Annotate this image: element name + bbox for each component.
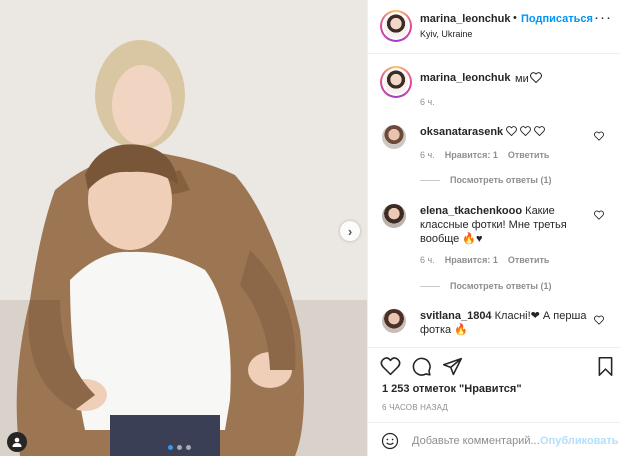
comment-time: 6 ч. bbox=[420, 150, 435, 160]
comment-body: oksanatarasenk bbox=[420, 125, 546, 139]
likes-count[interactable]: 1 253 отметок "Нравится" bbox=[382, 383, 522, 395]
comment-like-heart-icon[interactable] bbox=[594, 315, 604, 325]
publish-button[interactable]: Опубликовать bbox=[540, 435, 619, 447]
comment-reply-button[interactable]: Ответить bbox=[508, 255, 550, 265]
comment-like-heart-icon[interactable] bbox=[594, 131, 604, 141]
separator-dot: • bbox=[513, 12, 517, 24]
next-slide-button[interactable]: › bbox=[340, 221, 360, 241]
post-location[interactable]: Kyiv, Ukraine bbox=[420, 29, 472, 39]
comment-username[interactable]: oksanatarasenk bbox=[420, 126, 503, 138]
comment-likes-count[interactable]: Нравится: 1 bbox=[445, 150, 498, 160]
author-username[interactable]: marina_leonchuk bbox=[420, 13, 510, 25]
user-tag-button[interactable] bbox=[7, 432, 27, 452]
comment-username[interactable]: elena_tkachenkooo bbox=[420, 205, 522, 217]
comment-meta: 6 ч. Нравится: 1 Ответить bbox=[420, 150, 549, 160]
comment-icon[interactable] bbox=[411, 356, 432, 377]
follow-button[interactable]: Подписаться bbox=[521, 13, 593, 25]
bookmark-icon[interactable] bbox=[595, 356, 616, 377]
heart-emoji-icon bbox=[534, 126, 546, 137]
emoji-icon[interactable] bbox=[381, 432, 399, 450]
post-actions: 1 253 отметок "Нравится" 6 ЧАСОВ НАЗАД Д… bbox=[368, 347, 620, 458]
comment-avatar[interactable] bbox=[382, 204, 406, 228]
caption-text: ми bbox=[515, 72, 542, 85]
heart-emoji-icon bbox=[529, 72, 542, 84]
author-avatar[interactable] bbox=[380, 10, 412, 42]
view-replies-button[interactable]: Посмотреть ответы (1) bbox=[420, 175, 551, 185]
carousel-dot bbox=[168, 445, 173, 450]
comment-time: 6 ч. bbox=[420, 255, 435, 265]
replies-divider bbox=[420, 286, 440, 288]
post-time: 6 ЧАСОВ НАЗАД bbox=[382, 403, 449, 412]
caption-avatar[interactable] bbox=[380, 66, 412, 98]
caption-username[interactable]: marina_leonchuk bbox=[420, 72, 510, 84]
heart-emoji-icon bbox=[506, 126, 518, 137]
comment-reply-button[interactable]: Ответить bbox=[508, 150, 550, 160]
carousel-dot bbox=[186, 445, 191, 450]
post-header: marina_leonchuk • Подписаться Kyiv, Ukra… bbox=[368, 0, 620, 54]
view-replies-button[interactable]: Посмотреть ответы (1) bbox=[420, 281, 551, 291]
carousel-dot bbox=[177, 445, 182, 450]
carousel-indicator bbox=[168, 445, 191, 450]
user-tag-icon bbox=[12, 437, 22, 447]
caption-time: 6 ч. bbox=[420, 97, 435, 107]
comment-username[interactable]: svitlana_1804 bbox=[420, 310, 492, 322]
photo-image bbox=[0, 0, 367, 456]
comment-body: elena_tkachenkooo Какие классные фотки! … bbox=[420, 205, 567, 245]
instagram-post: › marina_leonchuk • Подписаться Kyiv, Uk… bbox=[0, 0, 620, 456]
replies-divider bbox=[420, 180, 440, 182]
more-options-icon[interactable]: ··· bbox=[594, 9, 612, 26]
comment-like-heart-icon[interactable] bbox=[594, 210, 604, 220]
share-icon[interactable] bbox=[442, 356, 463, 377]
comment-avatar[interactable] bbox=[382, 309, 406, 333]
comment-body: svitlana_1804 Класні!❤ А перша фотка 🔥 bbox=[420, 310, 587, 336]
chevron-right-icon: › bbox=[347, 223, 353, 239]
comment-meta: 6 ч. Нравится: 1 Ответить bbox=[420, 255, 549, 265]
heart-icon[interactable] bbox=[380, 356, 401, 377]
post-side-panel: marina_leonchuk • Подписаться Kyiv, Ukra… bbox=[367, 0, 620, 456]
comment-input[interactable]: Добавьте комментарий... bbox=[412, 435, 540, 447]
add-comment-bar: Добавьте комментарий... Опубликовать bbox=[368, 422, 620, 459]
comment-likes-count[interactable]: Нравится: 1 bbox=[445, 255, 498, 265]
comment-hearts bbox=[506, 126, 546, 138]
heart-emoji-icon bbox=[520, 126, 532, 137]
post-photo[interactable]: › bbox=[0, 0, 367, 456]
comment-avatar[interactable] bbox=[382, 125, 406, 149]
